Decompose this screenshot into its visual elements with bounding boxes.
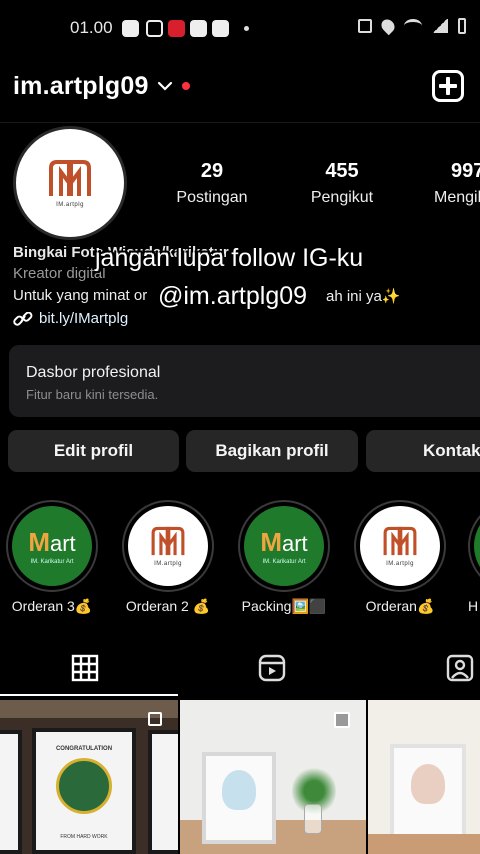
- bio-text-start: Untuk yang minat or: [13, 287, 148, 304]
- youtube-icon: [122, 20, 139, 37]
- notification-dot: [182, 82, 190, 90]
- bio-link-text: bit.ly/IMartplg: [39, 310, 129, 327]
- stat-followers-label: Pengikut: [310, 189, 374, 206]
- stat-posts[interactable]: 29 Postingan: [174, 160, 250, 207]
- im-logo: [383, 526, 417, 556]
- highlight-label: Orderan💰: [365, 598, 435, 614]
- highlight-ring: Mart IM. Karikatur Art: [6, 500, 98, 592]
- highlight-ring: [468, 500, 480, 592]
- im-logo: [49, 160, 91, 196]
- post-table: [368, 834, 480, 854]
- bio-category: Kreator digital: [13, 265, 106, 282]
- stat-followers[interactable]: 455 Pengikut: [304, 160, 380, 207]
- highlight-cover: Mart IM. Karikatur Art: [12, 506, 92, 586]
- highlight-label: Orderan 3💰: [11, 598, 93, 614]
- grid-icon[interactable]: [71, 654, 99, 682]
- highlight-cover: Mart IM. Karikatur Art: [244, 506, 324, 586]
- highlight-label: H: [468, 598, 479, 614]
- dashboard-subtitle: Fitur baru kini tersedia.: [26, 387, 159, 402]
- header-divider: [0, 122, 480, 123]
- highlight-cover: [474, 506, 480, 586]
- location-icon: [378, 16, 398, 36]
- post-frame: CONGRATULATION FROM HARD WORK: [32, 728, 136, 854]
- chevron-down-icon[interactable]: [157, 78, 173, 94]
- highlight-brand-sub: IM. Karikatur Art: [30, 559, 74, 565]
- highlight-item[interactable]: Mart IM. Karikatur Art Orderan 3💰: [6, 500, 98, 615]
- post-thumbnail[interactable]: [368, 700, 480, 854]
- post-portrait: [222, 770, 256, 810]
- plus-square-icon[interactable]: [432, 70, 464, 102]
- edit-profile-button[interactable]: Edit profil: [8, 430, 179, 472]
- profile-username[interactable]: im.artplg09: [13, 72, 149, 101]
- wifi-icon: [404, 19, 422, 33]
- post-frame: [148, 730, 178, 854]
- bio-link[interactable]: bit.ly/IMartplg: [13, 310, 128, 327]
- post-badge: [56, 758, 112, 814]
- overlay-caption-1: jangan lupa follow IG-ku: [95, 244, 364, 272]
- stat-following-count: 997: [451, 160, 480, 182]
- link-icon: [13, 311, 33, 326]
- stat-posts-label: Postingan: [176, 189, 248, 206]
- post-frame: [390, 744, 466, 838]
- highlight-label: Orderan 2 💰: [125, 598, 211, 614]
- multi-post-icon: [148, 712, 162, 726]
- bio-text-end: ah ini ya✨: [326, 288, 401, 305]
- post-portrait: [411, 764, 445, 804]
- profile-header: im.artplg09: [0, 60, 480, 116]
- professional-dashboard[interactable]: Dasbor profesional Fitur baru kini terse…: [9, 345, 480, 417]
- multi-post-icon: [334, 712, 350, 728]
- highlight-brand: Mart: [260, 527, 308, 557]
- highlight-item[interactable]: IM.artplg Orderan💰: [354, 500, 446, 615]
- im-logo: [151, 526, 185, 556]
- overlay-caption-2: @im.artplg09: [158, 282, 308, 310]
- highlight-brand: Mart: [28, 527, 76, 557]
- highlight-brand-text: art: [281, 531, 308, 556]
- logo-caption: IM.artplg: [56, 202, 84, 208]
- stat-followers-count: 455: [325, 160, 359, 182]
- more-notifications-dot: [244, 26, 249, 31]
- post-frame: [202, 752, 276, 844]
- reels-icon[interactable]: [258, 654, 286, 682]
- highlight-item[interactable]: H: [468, 500, 480, 614]
- active-tab-indicator: [0, 694, 178, 696]
- facebook-icon: [212, 20, 229, 37]
- share-profile-button[interactable]: Bagikan profil: [186, 430, 358, 472]
- highlight-item[interactable]: Mart IM. Karikatur Art Packing🖼️⬛: [238, 500, 330, 615]
- highlight-ring: IM.artplg: [122, 500, 214, 592]
- profile-tabs: [0, 640, 480, 694]
- highlight-brand-text: art: [49, 531, 76, 556]
- highlight-brand-sub: IM. Karikatur Art: [262, 559, 306, 565]
- post-thumbnail[interactable]: [180, 700, 366, 854]
- post-vase: [304, 804, 322, 834]
- logo-caption: IM.artplg: [386, 561, 414, 567]
- battery-icon: [458, 18, 466, 34]
- status-time: 01.00: [70, 18, 113, 37]
- status-bar: 01.00: [0, 0, 480, 56]
- highlight-ring: IM.artplg: [354, 500, 446, 592]
- dashboard-title: Dasbor profesional: [26, 364, 161, 381]
- post-thumbnail[interactable]: CONGRATULATION FROM HARD WORK: [0, 700, 178, 854]
- highlight-cover: IM.artplg: [360, 506, 440, 586]
- post-frame: [0, 730, 22, 854]
- capcut-icon: [190, 20, 207, 37]
- post-title: CONGRATULATION: [55, 746, 113, 752]
- avatar[interactable]: IM.artplg: [13, 126, 127, 240]
- bio-text: Untuk yang minat or ah ini ya✨: [13, 287, 401, 305]
- highlight-item[interactable]: IM.artplg Orderan 2 💰: [122, 500, 214, 615]
- stat-posts-count: 29: [200, 160, 224, 182]
- post-footer: FROM HARD WORK: [60, 834, 108, 840]
- highlight-ring: Mart IM. Karikatur Art: [238, 500, 330, 592]
- highlight-cover: IM.artplg: [128, 506, 208, 586]
- contact-button[interactable]: Kontak: [366, 430, 480, 472]
- signal-icon: [432, 19, 448, 33]
- stat-following[interactable]: 997 Mengikuti: [432, 160, 480, 207]
- stat-following-label: Mengikuti: [434, 189, 480, 206]
- tagged-icon[interactable]: [446, 654, 474, 682]
- logo-caption: IM.artplg: [154, 561, 182, 567]
- app-notification-icon: [168, 20, 185, 37]
- vibrate-icon: [358, 19, 372, 33]
- highlight-label: Packing🖼️⬛: [241, 598, 327, 614]
- instagram-icon: [146, 20, 163, 37]
